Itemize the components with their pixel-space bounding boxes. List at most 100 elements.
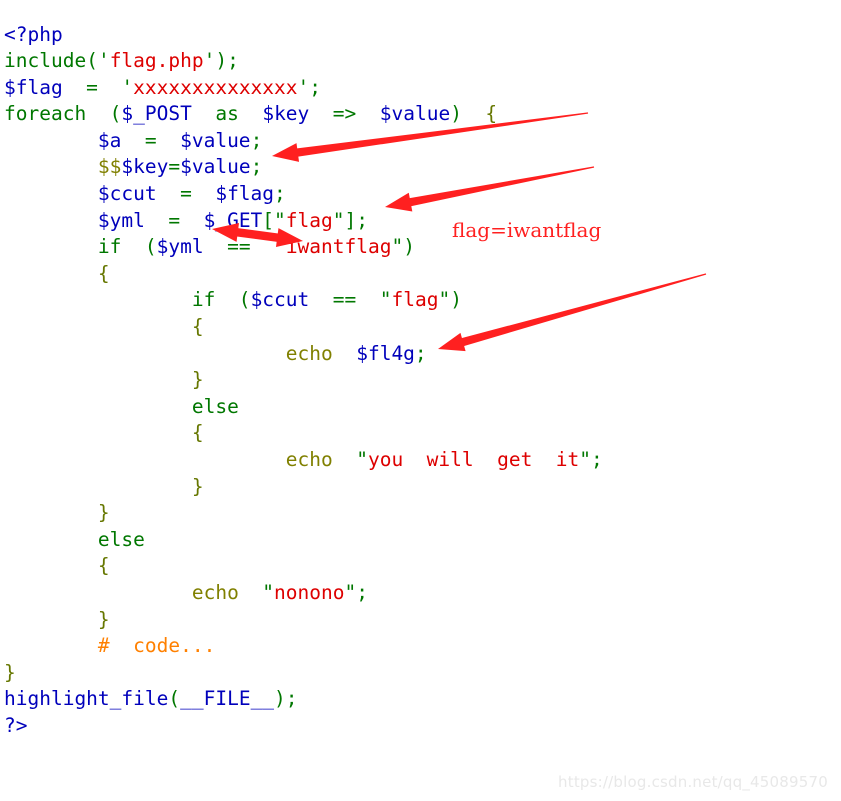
code-token: { bbox=[97, 554, 110, 578]
code-token: } bbox=[97, 607, 110, 631]
code-token: " bbox=[332, 208, 345, 232]
code-token: " bbox=[438, 288, 451, 312]
code-line: { bbox=[4, 553, 837, 580]
code-token: flag bbox=[285, 208, 333, 232]
code-token: = bbox=[121, 128, 181, 152]
code-token: [ bbox=[262, 208, 275, 232]
code-token: flag bbox=[391, 288, 439, 312]
code-line: { bbox=[4, 261, 837, 288]
code-token: <?php bbox=[4, 22, 63, 46]
code-token: $yml bbox=[156, 235, 204, 259]
code-token: echo bbox=[191, 580, 239, 604]
code-token: { bbox=[191, 421, 204, 445]
code-token: flag.php bbox=[109, 49, 204, 73]
code-token: $flag bbox=[215, 182, 275, 206]
code-token: ; bbox=[274, 182, 286, 206]
code-token: ) bbox=[403, 235, 415, 259]
code-token: echo bbox=[285, 448, 333, 471]
code-token: ; bbox=[414, 341, 427, 365]
code-line: { bbox=[4, 420, 837, 447]
code-token: iwantflag bbox=[285, 235, 392, 259]
code-token: ; bbox=[227, 49, 239, 73]
code-line: echo "nonono"; bbox=[4, 580, 837, 607]
code-line: { bbox=[4, 314, 837, 341]
code-token: ' bbox=[121, 75, 134, 99]
code-token: ; bbox=[309, 75, 322, 99]
code-token: if bbox=[97, 235, 122, 259]
code-line: foreach ($_POST as $key => $value) { bbox=[4, 101, 837, 128]
code-line: <?php bbox=[4, 22, 837, 49]
code-token: # code... bbox=[97, 634, 216, 658]
code-token: } bbox=[4, 660, 16, 684]
code-token: } bbox=[97, 501, 110, 525]
code-token: echo bbox=[285, 341, 333, 365]
code-line: else bbox=[4, 527, 837, 554]
code-line: include('flag.php'); bbox=[4, 48, 837, 75]
code-token: == bbox=[309, 288, 380, 312]
code-line: else bbox=[4, 394, 837, 421]
code-token: ) bbox=[450, 102, 462, 126]
code-token: $a bbox=[97, 128, 122, 152]
code-token: $value bbox=[180, 128, 251, 152]
code-token: ( bbox=[86, 49, 98, 73]
code-token: " bbox=[262, 580, 275, 604]
code-line: echo "you will get it"; bbox=[4, 447, 837, 474]
code-token: $value bbox=[379, 102, 451, 126]
code-line: $yml = $_GET["flag"]; bbox=[4, 208, 837, 235]
code-token: $flag bbox=[4, 75, 63, 99]
code-line: $flag = 'xxxxxxxxxxxxxx'; bbox=[4, 75, 837, 102]
code-token: highlight_file bbox=[4, 687, 169, 711]
code-token: ; bbox=[285, 687, 298, 711]
code-token: ' bbox=[97, 49, 110, 73]
code-token: " bbox=[391, 235, 404, 259]
code-line: echo $fl4g; bbox=[4, 341, 837, 368]
code-token: " bbox=[356, 448, 368, 471]
code-token: $ccut bbox=[250, 288, 310, 312]
code-token: $_GET bbox=[203, 208, 263, 232]
code-line: $ccut = $flag; bbox=[4, 181, 837, 208]
code-token: ) bbox=[450, 288, 462, 312]
code-token: ; bbox=[250, 128, 263, 152]
code-token: $ccut bbox=[97, 182, 157, 206]
code-token: { bbox=[191, 315, 204, 339]
code-token: ) bbox=[274, 687, 286, 711]
code-token: $key bbox=[262, 102, 310, 126]
code-token: ; bbox=[356, 208, 369, 232]
code-line: if ($ccut == "flag") bbox=[4, 287, 837, 314]
watermark: https://blog.csdn.net/qq_45089570 bbox=[558, 773, 828, 791]
code-line: } bbox=[4, 367, 837, 394]
code-token: nonono bbox=[274, 580, 345, 604]
code-token: = bbox=[62, 75, 122, 99]
code-line: } bbox=[4, 660, 837, 687]
code-token: as bbox=[191, 102, 263, 126]
code-line: $$$key=$value; bbox=[4, 154, 837, 181]
code-token: } bbox=[191, 474, 204, 498]
code-token: else bbox=[191, 394, 239, 418]
code-token: " bbox=[344, 580, 357, 604]
code-token: ( bbox=[121, 235, 157, 259]
code-line: $a = $value; bbox=[4, 128, 837, 155]
code-token: ) bbox=[215, 49, 228, 73]
code-token: { bbox=[97, 261, 110, 285]
code-token: " bbox=[274, 235, 286, 259]
code-line: ?> bbox=[4, 713, 837, 740]
code-line: # code... bbox=[4, 633, 837, 660]
code-line: } bbox=[4, 607, 837, 634]
code-token: ; bbox=[591, 448, 603, 471]
